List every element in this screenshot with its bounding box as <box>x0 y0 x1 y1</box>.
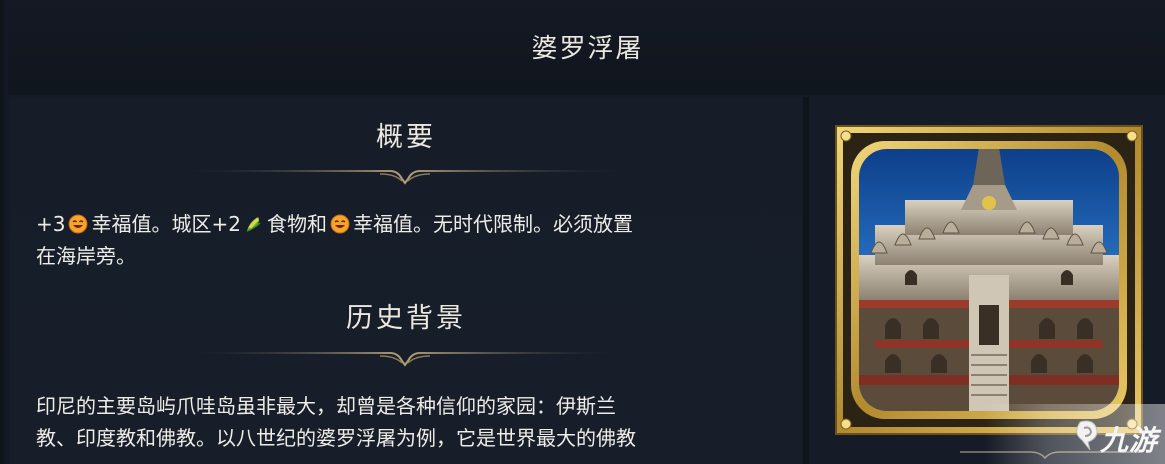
watermark-logo-icon <box>1076 420 1098 451</box>
history-line1: 印尼的主要岛屿爪哇岛虽非最大，却曾是各种信仰的家园：伊斯兰 <box>36 394 616 418</box>
amenity-smiley-icon <box>330 214 350 234</box>
food-corn-icon <box>246 217 261 232</box>
page-title: 婆罗浮屠 <box>531 34 644 64</box>
heading-ornament <box>190 170 620 185</box>
summary-line1-a: +3 <box>36 212 66 236</box>
history-heading: 历史背景 <box>346 303 466 334</box>
heading-ornament <box>190 352 620 367</box>
summary-line1-d: 幸福值。无时代限制。必须放置 <box>352 212 633 236</box>
wonder-info-panel: 婆罗浮屠 概要 +3 幸福值。城区+2 食物和 幸福值。无时代限制。必须放置 在… <box>0 0 1165 464</box>
amenity-smiley-icon <box>68 214 88 234</box>
panel-edge <box>0 0 8 464</box>
history-line2: 教、印度教和佛教。以八世纪的婆罗浮屠为例，它是世界最大的佛教 <box>36 426 636 450</box>
watermark-text: 九游 <box>1100 424 1159 457</box>
summary-text: +3 幸福值。城区+2 食物和 幸福值。无时代限制。必须放置 在海岸旁。 <box>36 208 776 272</box>
summary-line2: 在海岸旁。 <box>36 244 136 268</box>
history-text: 印尼的主要岛屿爪哇岛虽非最大，却曾是各种信仰的家园：伊斯兰 教、印度教和佛教。以… <box>36 390 776 454</box>
summary-line1-c: 食物和 <box>266 212 327 236</box>
borobudur-wonder-portrait <box>835 125 1143 435</box>
summary-heading: 概要 <box>376 122 436 153</box>
summary-line1-b: 幸福值。城区+2 <box>91 212 241 236</box>
